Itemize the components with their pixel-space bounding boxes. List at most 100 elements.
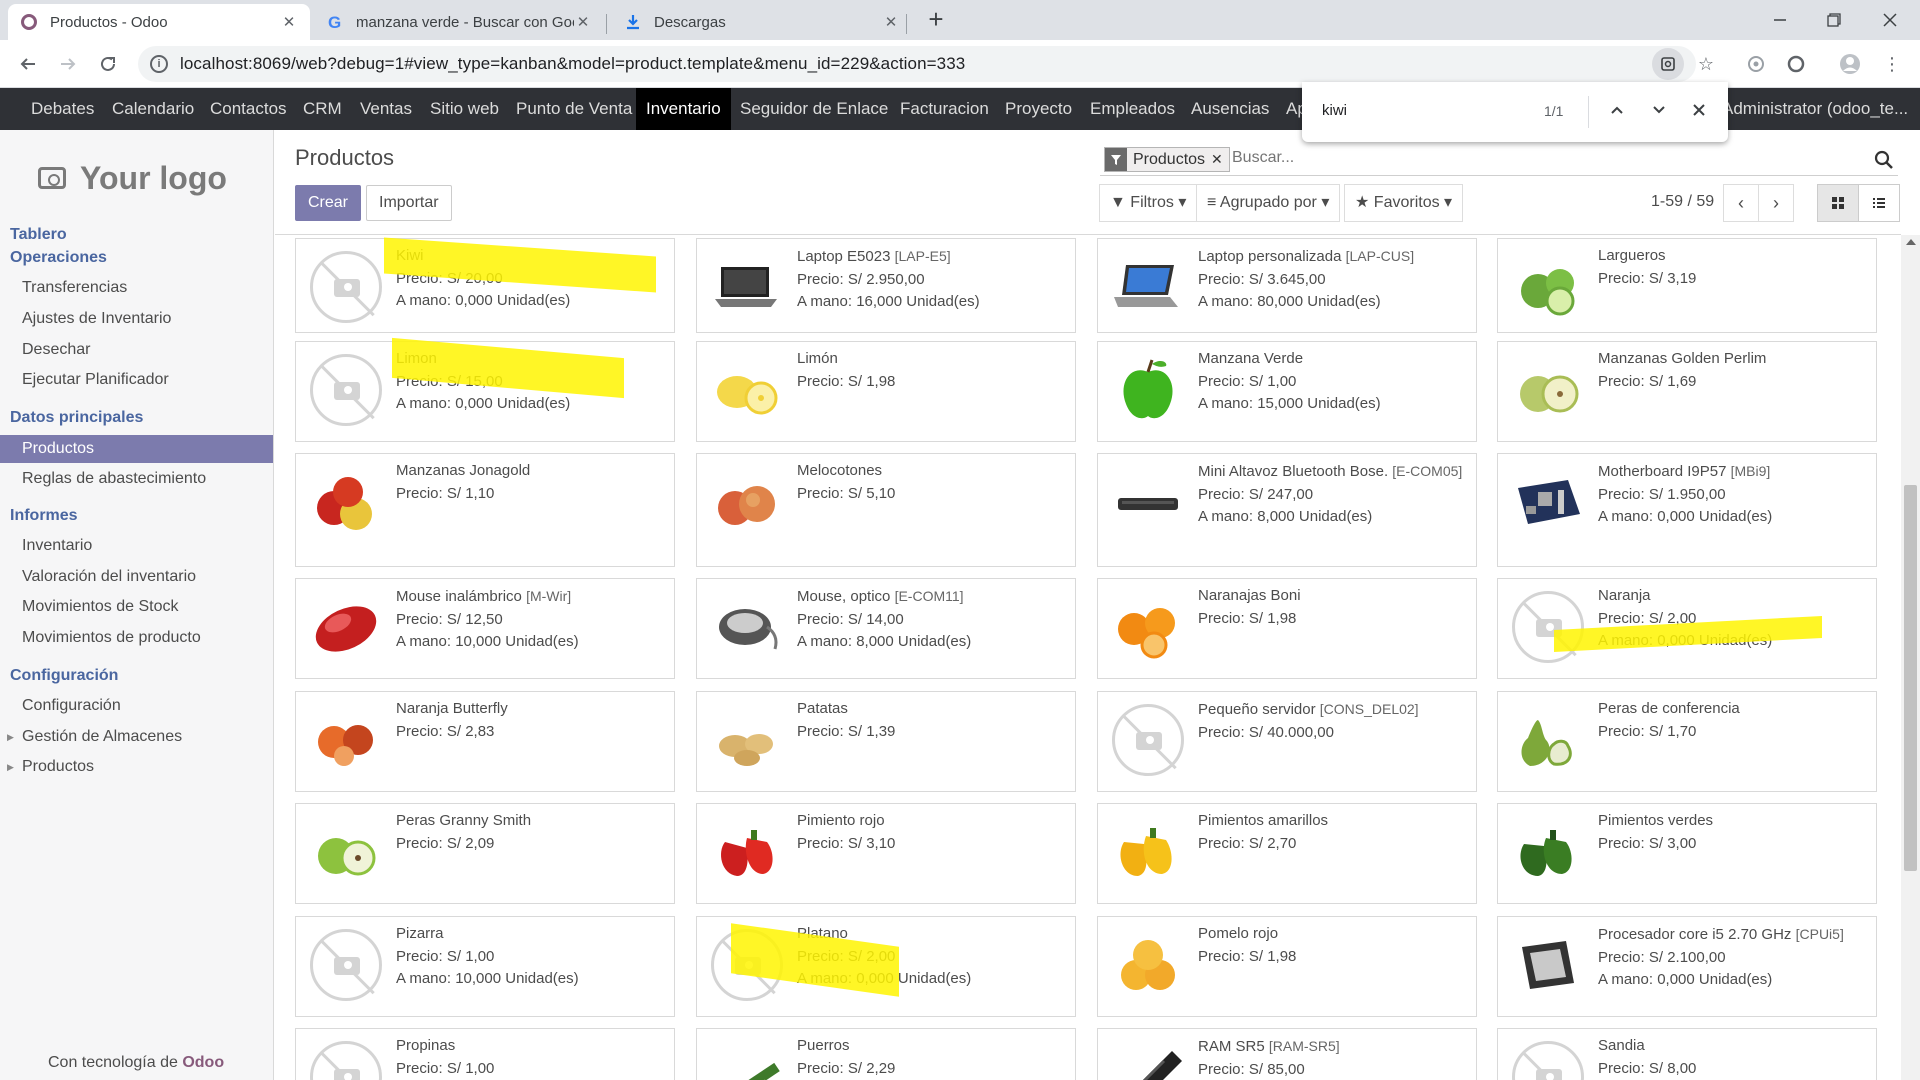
scrollbar-thumb[interactable]	[1904, 485, 1917, 871]
kanban-card[interactable]: Puerros Precio: S/ 2,29	[696, 1028, 1076, 1080]
list-view-button[interactable]	[1858, 184, 1900, 222]
kanban-card[interactable]: Largueros Precio: S/ 3,19	[1497, 238, 1877, 333]
browser-tab-productos[interactable]: Productos - Odoo ✕	[8, 4, 310, 40]
kanban-card[interactable]: Naranajas Boni Precio: S/ 1,98	[1097, 578, 1477, 679]
search-icon[interactable]	[1874, 150, 1894, 170]
menu-calendario[interactable]: Calendario	[102, 88, 204, 130]
favorites-dropdown[interactable]: ★ Favoritos ▾	[1344, 184, 1464, 222]
menu-punto-de-venta[interactable]: Punto de Venta	[506, 88, 642, 130]
kanban-card[interactable]: Pimiento rojo Precio: S/ 3,10	[696, 803, 1076, 904]
new-tab-button[interactable]: +	[922, 6, 950, 34]
info-icon[interactable]: i	[150, 55, 168, 73]
import-button[interactable]: Importar	[366, 185, 452, 221]
forward-arrow-icon[interactable]	[52, 48, 84, 80]
menu-contactos[interactable]: Contactos	[200, 88, 297, 130]
minimize-button[interactable]	[1752, 0, 1808, 40]
kanban-card[interactable]: Manzana Verde Precio: S/ 1,00 A mano: 15,0…	[1097, 341, 1477, 442]
sidebar-item-movimientos-producto[interactable]: Movimientos de producto	[0, 624, 273, 652]
sidebar-datos-principales[interactable]: Datos principales	[10, 409, 143, 427]
back-arrow-icon[interactable]	[12, 48, 44, 80]
find-input[interactable]: kiwi	[1322, 102, 1347, 119]
kanban-card[interactable]: Laptop E5023 [LAP-E5] Precio: S/ 2.950,00…	[696, 238, 1076, 333]
kanban-card[interactable]: Pequeño servidor [CONS_DEL02] Precio: S/ …	[1097, 691, 1477, 792]
kanban-card[interactable]: Platano Precio: S/ 2,00 A mano: 0,000 Unid…	[696, 916, 1076, 1017]
pager-value[interactable]: 1-59 / 59	[1651, 193, 1714, 211]
menu-inventario[interactable]: Inventario	[636, 88, 731, 130]
kanban-card[interactable]: Pimientos verdes Precio: S/ 3,00	[1497, 803, 1877, 904]
kanban-card[interactable]: Mouse, optico [E-COM11] Precio: S/ 14,00 A…	[696, 578, 1076, 679]
kanban-card[interactable]: Procesador core i5 2.70 GHz [CPUi5] Preci…	[1497, 916, 1877, 1017]
sidebar-item-desechar[interactable]: Desechar	[0, 336, 273, 364]
menu-ventas[interactable]: Ventas	[350, 88, 422, 130]
kanban-card[interactable]: Melocotones Precio: S/ 5,10	[696, 453, 1076, 567]
kanban-card[interactable]: Pimientos amarillos Precio: S/ 2,70	[1097, 803, 1477, 904]
close-window-button[interactable]	[1862, 0, 1918, 40]
sidebar-item-transferencias[interactable]: Transferencias	[0, 274, 273, 302]
close-icon[interactable]: ✕	[574, 13, 592, 31]
menu-proyecto[interactable]: Proyecto	[995, 88, 1082, 130]
star-icon[interactable]: ☆	[1694, 52, 1718, 76]
sidebar-item-productos[interactable]: Productos	[0, 435, 273, 463]
scrollbar[interactable]	[1901, 235, 1920, 1080]
kanban-view-button[interactable]	[1817, 184, 1859, 222]
sidebar-item-movimientos-stock[interactable]: Movimientos de Stock	[0, 593, 273, 621]
close-icon[interactable]: ✕	[882, 13, 900, 31]
sidebar-configuracion[interactable]: Configuración	[10, 667, 118, 685]
sidebar-item-inventario[interactable]: Inventario	[0, 532, 273, 560]
odoo-link[interactable]: Odoo	[182, 1054, 224, 1071]
kanban-card[interactable]: Limon Precio: S/ 15,00 A mano: 0,000 Unida…	[295, 337, 675, 442]
sidebar-informes[interactable]: Informes	[10, 507, 78, 525]
kanban-card[interactable]: Manzanas Golden Perlim Precio: S/ 1,69	[1497, 341, 1877, 442]
menu-sitio-web[interactable]: Sitio web	[420, 88, 509, 130]
user-menu[interactable]: Administrator (odoo_te...	[1712, 88, 1920, 130]
menu-empleados[interactable]: Empleados	[1080, 88, 1185, 130]
kanban-card[interactable]: Kiwi Precio: S/ 20,00 A mano: 0,000 Unidad…	[295, 237, 675, 333]
kanban-card[interactable]: Pomelo rojo Precio: S/ 1,98	[1097, 916, 1477, 1017]
sidebar-tablero[interactable]: Tablero	[10, 226, 67, 244]
kanban-card[interactable]: Mini Altavoz Bluetooth Bose. [E-COM05] Pr…	[1097, 453, 1477, 567]
menu-seguidor-de-enlace[interactable]: Seguidor de Enlace	[730, 88, 898, 130]
sidebar-operaciones[interactable]: Operaciones	[10, 249, 107, 267]
find-previous-icon[interactable]	[1604, 98, 1630, 124]
menu-debates[interactable]: Debates	[21, 88, 104, 130]
create-button[interactable]: Crear	[295, 185, 362, 221]
sidebar-item-ejecutar-planificador[interactable]: Ejecutar Planificador	[0, 366, 273, 394]
kanban-card[interactable]: Naranja Butterfly Precio: S/ 2,83	[295, 691, 675, 792]
sidebar-item-configuracion[interactable]: Configuración	[0, 692, 273, 720]
search-input[interactable]	[1232, 149, 1832, 167]
kanban-card[interactable]: RAM SR5 [RAM-SR5] Precio: S/ 85,00	[1097, 1028, 1477, 1080]
kanban-card[interactable]: Naranja Precio: S/ 2,00 A mano: 0,000 Unid…	[1497, 578, 1877, 679]
sidebar-item-valoracion[interactable]: Valoración del inventario	[0, 563, 273, 591]
kanban-card[interactable]: Patatas Precio: S/ 1,39	[696, 691, 1076, 792]
kanban-card[interactable]: Pizarra Precio: S/ 1,00 A mano: 10,000 Uni…	[295, 916, 675, 1017]
pager-next-button[interactable]: ›	[1758, 184, 1794, 222]
groupby-dropdown[interactable]: ≡ Agrupado por ▾	[1196, 184, 1341, 222]
browser-tab-descargas[interactable]: Descargas ✕	[612, 4, 912, 40]
menu-facturacion[interactable]: Facturacion	[890, 88, 999, 130]
restore-button[interactable]	[1806, 0, 1862, 40]
extension-icon[interactable]	[1784, 52, 1808, 76]
kanban-card[interactable]: Sandia Precio: S/ 8,00	[1497, 1028, 1877, 1080]
close-icon[interactable]: ✕	[280, 13, 298, 31]
profile-avatar[interactable]	[1838, 52, 1862, 76]
find-icon[interactable]	[1652, 48, 1684, 80]
reload-icon[interactable]	[92, 48, 124, 80]
menu-crm[interactable]: CRM	[293, 88, 352, 130]
kanban-card[interactable]: Motherboard I9P57 [MBi9] Precio: S/ 1.950…	[1497, 453, 1877, 567]
menu-ausencias[interactable]: Ausencias	[1181, 88, 1279, 130]
kanban-card[interactable]: Mouse inalámbrico [M-Wir] Precio: S/ 12,5…	[295, 578, 675, 679]
menu-dots-icon[interactable]: ⋮	[1880, 52, 1904, 76]
url-field[interactable]: i localhost:8069/web?debug=1#view_type=k…	[138, 46, 1696, 82]
sidebar-item-productos-config[interactable]: Productos	[0, 753, 273, 781]
browser-tab-google[interactable]: G manzana verde - Buscar con Goo ✕	[314, 4, 604, 40]
find-next-icon[interactable]	[1646, 98, 1672, 124]
find-close-icon[interactable]	[1686, 98, 1712, 124]
kanban-card[interactable]: Peras Granny Smith Precio: S/ 2,09	[295, 803, 675, 904]
kanban-card[interactable]: Limón Precio: S/ 1,98	[696, 341, 1076, 442]
kanban-card[interactable]: Manzanas Jonagold Precio: S/ 1,10	[295, 453, 675, 567]
kanban-card[interactable]: Peras de conferencia Precio: S/ 1,70	[1497, 691, 1877, 792]
filters-dropdown[interactable]: ▼ Filtros ▾	[1099, 184, 1198, 222]
sidebar-item-gestion-almacenes[interactable]: Gestión de Almacenes	[0, 723, 273, 751]
scroll-up-arrow-icon[interactable]	[1906, 239, 1916, 245]
pager-previous-button[interactable]: ‹	[1723, 184, 1759, 222]
